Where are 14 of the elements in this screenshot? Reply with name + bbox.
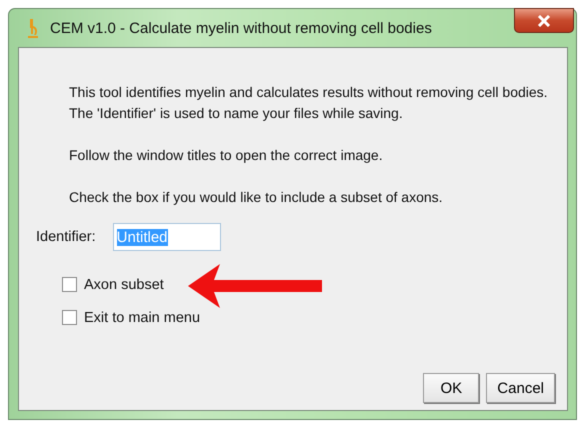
identifier-label: Identifier:	[36, 229, 96, 245]
instruction-text: Follow the window titles to open the correct image.	[69, 146, 384, 165]
window-title: CEM v1.0 - Calculate myelin without removing cell bodies	[50, 20, 432, 36]
instruction-text: This tool identifies myelin and calculates results without removing cell bodies. The 'Identifier' is used to name your files while saving.	[69, 83, 549, 123]
checkbox-box[interactable]	[62, 277, 77, 292]
checkbox-box[interactable]	[62, 310, 77, 325]
checkbox[interactable]: Exit to main menu	[62, 310, 200, 326]
dialog-button[interactable]: Cancel	[486, 373, 555, 403]
close-icon	[537, 14, 551, 26]
instruction-text: Check the box if you would like to include a subset of axons.	[69, 188, 444, 207]
microscope-icon	[25, 18, 39, 38]
dialog-button[interactable]: OK	[423, 373, 480, 403]
checkbox[interactable]: Axon subset	[62, 276, 164, 292]
close-button[interactable]	[514, 8, 574, 33]
